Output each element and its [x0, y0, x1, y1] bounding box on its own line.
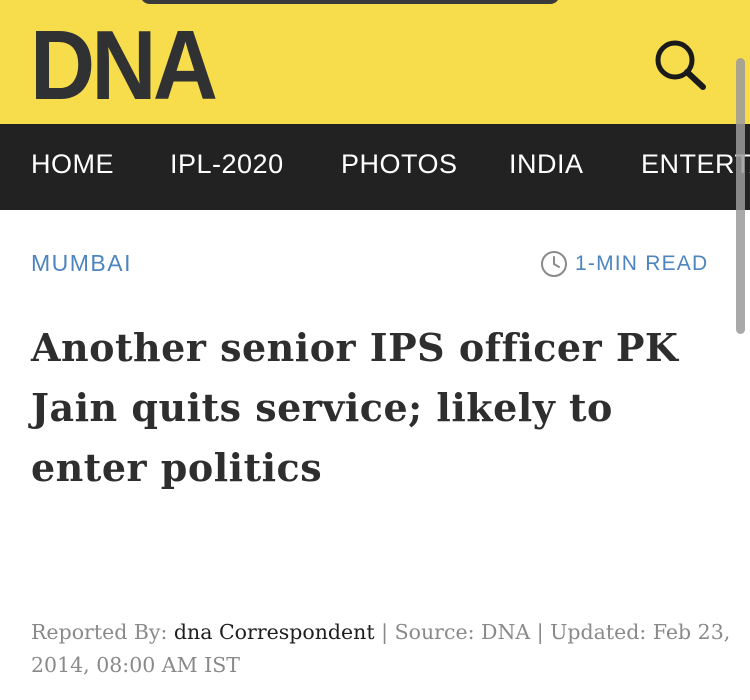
updated-label: | Updated:: [530, 620, 653, 644]
reported-by-label: Reported By:: [31, 620, 174, 644]
author-link[interactable]: dna Correspondent: [174, 620, 375, 644]
article-byline: Reported By: dna Correspondent | Source:…: [31, 616, 731, 682]
nav-item-home[interactable]: HOME: [31, 124, 114, 210]
article-category[interactable]: MUMBAI: [31, 250, 132, 277]
page-scrollbar[interactable]: [736, 58, 745, 334]
search-icon: [655, 40, 706, 90]
dna-logo[interactable]: DNA: [30, 16, 218, 114]
source-value: DNA: [481, 620, 531, 644]
nav-item-ipl-2020[interactable]: IPL-2020: [170, 124, 284, 210]
source-label: | Source:: [374, 620, 482, 644]
read-time-label: 1-MIN READ: [575, 252, 709, 275]
read-time: 1-MIN READ: [540, 250, 708, 278]
nav-item-india[interactable]: INDIA: [509, 124, 584, 210]
status-strip: [0, 0, 750, 5]
clock-icon: [541, 251, 567, 277]
nav-item-photos[interactable]: PHOTOS: [341, 124, 458, 210]
search-button[interactable]: [650, 36, 710, 92]
site-header: DNA: [0, 0, 750, 124]
nav-item-entertainment[interactable]: ENTERTA: [641, 124, 750, 210]
device-notch: [140, 0, 560, 4]
article-headline: Another senior IPS officer PK Jain quits…: [31, 325, 679, 490]
main-nav: HOME IPL-2020 PHOTOS INDIA ENTERTA: [0, 124, 750, 210]
